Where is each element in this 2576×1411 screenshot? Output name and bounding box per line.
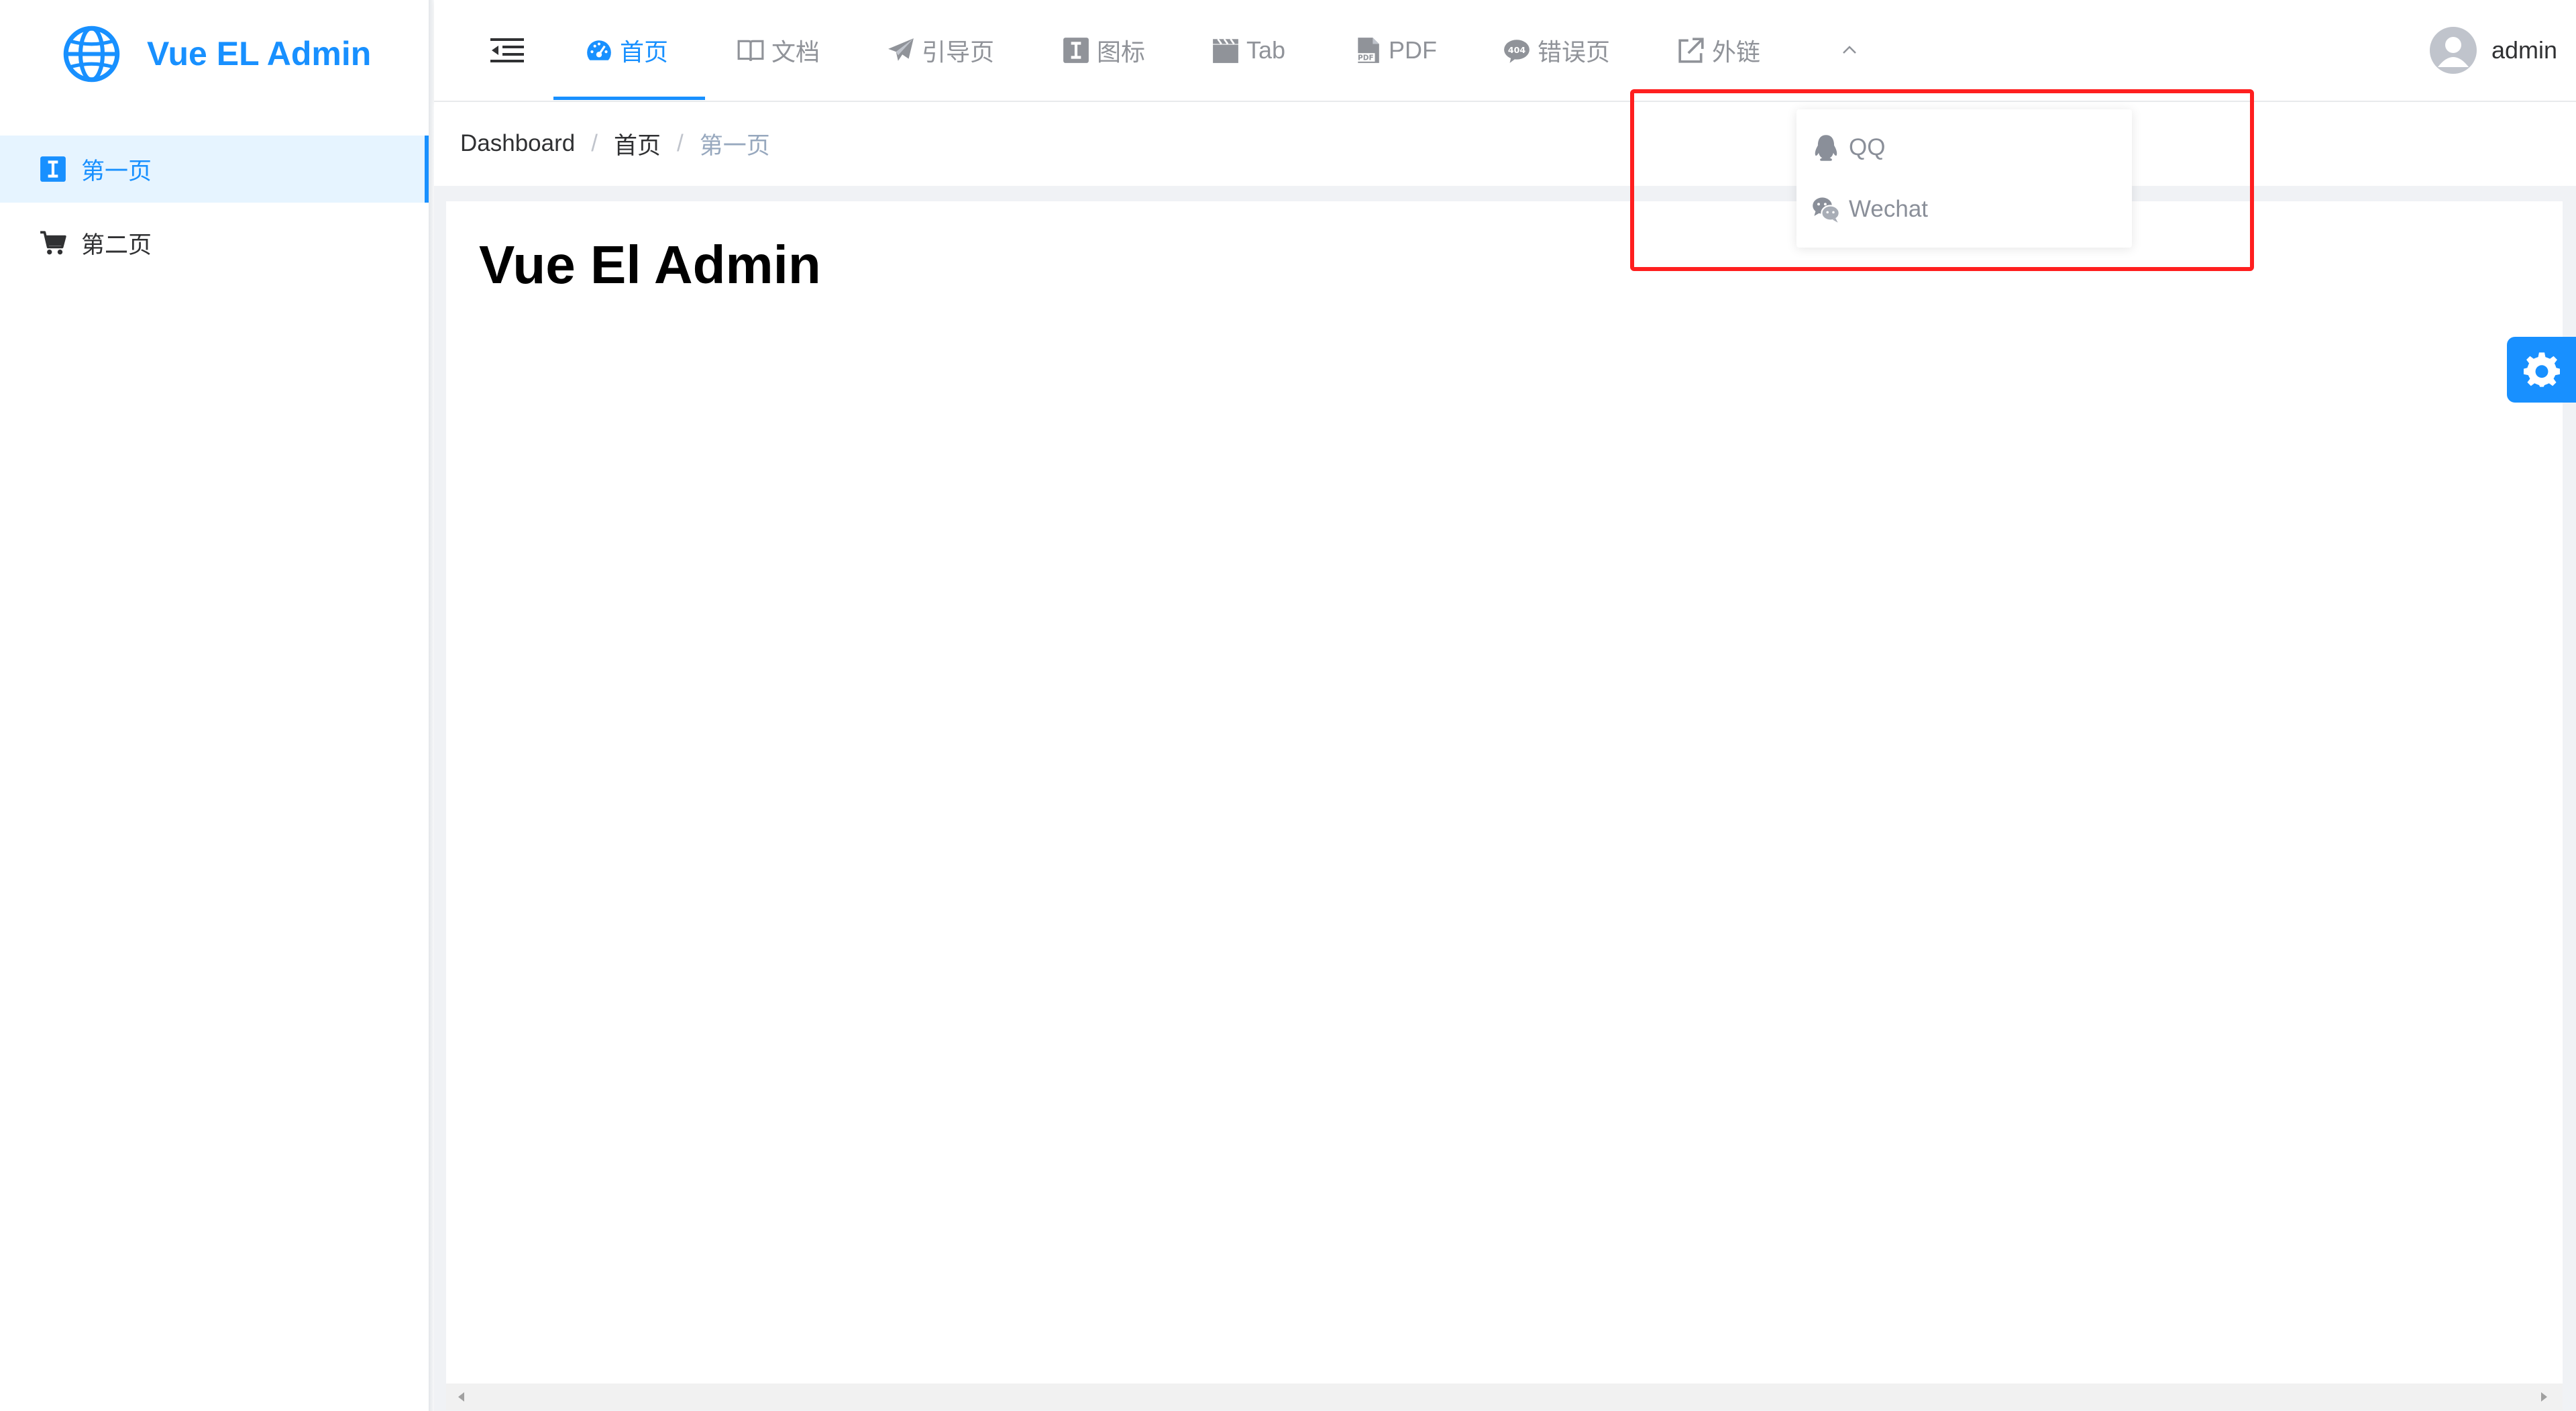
breadcrumb: Dashboard / 首页 / 第一页 xyxy=(460,123,770,164)
svg-text:404: 404 xyxy=(1508,45,1526,55)
nav-item-home[interactable]: 首页 xyxy=(585,0,668,101)
globe-logo-icon xyxy=(63,25,120,83)
nav-item-external-link[interactable]: 外链 xyxy=(1677,0,1760,101)
nav-item-pdf[interactable]: PDF PDF xyxy=(1354,0,1437,101)
active-tab-indicator xyxy=(553,97,705,100)
text-cursor-icon xyxy=(1063,38,1089,63)
scroll-right-arrow-icon[interactable] xyxy=(2536,1389,2552,1405)
nav-label: 引导页 xyxy=(922,39,995,66)
sidebar-divider xyxy=(429,0,434,1411)
user-avatar-icon xyxy=(2438,37,2469,67)
breadcrumb-item-current: 第一页 xyxy=(699,132,770,159)
breadcrumb-separator: / xyxy=(591,130,598,156)
user-name[interactable]: admin xyxy=(2491,34,2557,67)
nav-item-error-page[interactable]: 404 错误页 xyxy=(1503,0,1610,101)
page-title: Vue El Admin xyxy=(479,235,821,295)
app-title: Vue EL Admin xyxy=(147,35,372,72)
error-404-icon: 404 xyxy=(1504,40,1529,63)
breadcrumb-separator: / xyxy=(676,130,684,156)
nav-label: 图标 xyxy=(1097,39,1146,66)
nav-label: 错误页 xyxy=(1538,39,1611,66)
book-icon xyxy=(737,40,764,61)
svg-text:PDF: PDF xyxy=(1358,54,1374,62)
sidebar-item-label: 第二页 xyxy=(81,231,152,259)
external-link-icon xyxy=(1678,38,1704,63)
chevron-up-icon[interactable] xyxy=(1839,40,1860,60)
breadcrumb-item-home[interactable]: 首页 xyxy=(614,127,661,161)
paper-plane-icon xyxy=(888,38,914,61)
collapse-menu-icon[interactable] xyxy=(490,37,524,64)
nav-item-guide[interactable]: 引导页 xyxy=(887,0,994,101)
nav-label: 文档 xyxy=(771,39,820,66)
pdf-file-icon: PDF xyxy=(1356,38,1379,63)
gear-icon xyxy=(2523,352,2560,387)
dashboard-icon xyxy=(587,40,611,60)
highlight-box xyxy=(1630,89,2254,271)
content-card xyxy=(446,201,2563,1383)
nav-item-icons[interactable]: 图标 xyxy=(1062,0,1145,101)
horizontal-scrollbar[interactable] xyxy=(446,1383,2563,1410)
nav-item-docs[interactable]: 文档 xyxy=(737,0,820,101)
nav-item-tab[interactable]: Tab xyxy=(1212,0,1285,101)
text-cursor-icon xyxy=(40,156,66,182)
nav-label: 首页 xyxy=(620,39,669,66)
nav-label: PDF xyxy=(1389,36,1437,64)
sidebar-item-label: 第一页 xyxy=(81,158,152,185)
nav-label: 外链 xyxy=(1712,39,1761,66)
sidebar-item-first-page[interactable]: 第一页 xyxy=(0,136,429,203)
nav-label: Tab xyxy=(1246,36,1286,64)
shopping-cart-icon xyxy=(40,231,66,255)
settings-button[interactable] xyxy=(2507,337,2576,403)
breadcrumb-item-dashboard[interactable]: Dashboard xyxy=(460,130,575,157)
clapperboard-icon xyxy=(1213,38,1238,63)
sidebar-item-second-page[interactable]: 第二页 xyxy=(0,209,429,276)
avatar[interactable] xyxy=(2430,27,2477,74)
scroll-left-arrow-icon[interactable] xyxy=(453,1389,470,1405)
